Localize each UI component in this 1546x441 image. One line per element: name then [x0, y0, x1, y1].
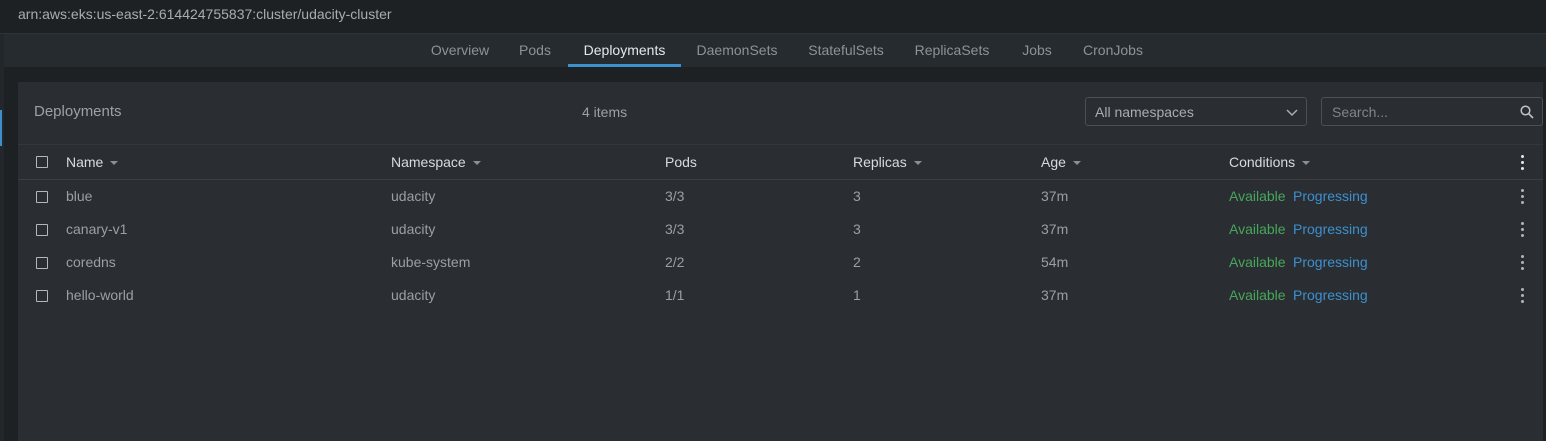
cell-age: 37m — [1041, 188, 1069, 204]
column-header-label: Namespace — [391, 154, 466, 170]
cell-replicas: 3 — [853, 188, 861, 204]
tab-cronjobs[interactable]: CronJobs — [1080, 34, 1146, 67]
table-row[interactable]: coredns kube-system 2/2 2 54m Available … — [18, 246, 1543, 279]
cell-namespace: kube-system — [391, 254, 471, 270]
tab-deployments[interactable]: Deployments — [568, 34, 681, 67]
sort-icon — [913, 161, 922, 166]
row-checkbox[interactable] — [36, 224, 48, 236]
sort-icon — [1302, 161, 1311, 166]
namespace-select-value: All namespaces — [1095, 104, 1194, 120]
condition-progressing: Progressing — [1293, 287, 1368, 303]
deployments-panel: Deployments 4 items All namespaces Name … — [18, 82, 1543, 441]
tab-replicasets[interactable]: ReplicaSets — [912, 34, 992, 67]
row-checkbox[interactable] — [36, 191, 48, 203]
condition-progressing: Progressing — [1293, 221, 1368, 237]
condition-available: Available — [1229, 287, 1286, 303]
panel-header: Deployments 4 items All namespaces — [18, 82, 1543, 144]
tab-overview[interactable]: Overview — [424, 34, 496, 67]
tab-daemonsets[interactable]: DaemonSets — [692, 34, 782, 67]
row-menu-icon[interactable] — [1520, 255, 1524, 271]
cell-pods: 2/2 — [665, 254, 685, 270]
tab-bar: Overview Pods Deployments DaemonSets Sta… — [4, 34, 1546, 67]
cell-namespace: udacity — [391, 287, 436, 303]
cell-namespace: udacity — [391, 188, 436, 204]
row-checkbox[interactable] — [36, 257, 48, 269]
row-menu-icon[interactable] — [1520, 222, 1524, 238]
cell-pods: 3/3 — [665, 221, 685, 237]
row-checkbox[interactable] — [36, 290, 48, 302]
column-header-label: Age — [1041, 154, 1066, 170]
column-header-label: Conditions — [1229, 154, 1296, 170]
row-menu-icon[interactable] — [1520, 288, 1524, 304]
search-input[interactable] — [1322, 98, 1522, 125]
condition-available: Available — [1229, 254, 1286, 270]
namespace-select[interactable]: All namespaces — [1085, 97, 1307, 126]
column-header-namespace[interactable]: Namespace — [391, 154, 481, 170]
column-header-label: Replicas — [853, 154, 907, 170]
condition-available: Available — [1229, 188, 1286, 204]
active-section-marker — [0, 110, 2, 146]
column-header-age[interactable]: Age — [1041, 154, 1081, 170]
search-icon[interactable] — [1520, 105, 1534, 119]
column-header-replicas[interactable]: Replicas — [853, 154, 922, 170]
cell-replicas: 3 — [853, 221, 861, 237]
item-count: 4 items — [582, 104, 628, 120]
select-all-checkbox[interactable] — [36, 156, 48, 168]
panel-title: Deployments — [34, 103, 122, 120]
tab-statefulsets[interactable]: StatefulSets — [804, 34, 888, 67]
cell-pods: 3/3 — [665, 188, 685, 204]
column-header-name[interactable]: Name — [66, 154, 119, 170]
cell-name: coredns — [66, 254, 116, 270]
sort-icon — [110, 161, 119, 166]
cell-replicas: 1 — [853, 287, 861, 303]
cell-name: canary-v1 — [66, 221, 128, 237]
table-row[interactable]: canary-v1 udacity 3/3 3 37m Available Pr… — [18, 213, 1543, 246]
cell-name: blue — [66, 188, 93, 204]
cell-replicas: 2 — [853, 254, 861, 270]
cell-age: 37m — [1041, 221, 1069, 237]
table-row[interactable]: hello-world udacity 1/1 1 37m Available … — [18, 279, 1543, 312]
search-box[interactable] — [1321, 97, 1543, 126]
window-titlebar: arn:aws:eks:us-east-2:614424755837:clust… — [0, 0, 1546, 34]
condition-progressing: Progressing — [1293, 188, 1368, 204]
column-menu-icon[interactable] — [1520, 155, 1524, 171]
sort-icon — [1072, 161, 1081, 166]
tab-jobs[interactable]: Jobs — [1017, 34, 1057, 67]
cell-pods: 1/1 — [665, 287, 685, 303]
cell-namespace: udacity — [391, 221, 436, 237]
column-header-label: Pods — [665, 154, 697, 170]
column-header-label: Name — [66, 154, 104, 170]
row-menu-icon[interactable] — [1520, 189, 1524, 205]
cell-name: hello-world — [66, 287, 134, 303]
table-header: Name Namespace Pods Replicas Age Conditi… — [18, 144, 1543, 180]
sort-icon — [472, 161, 481, 166]
column-header-pods: Pods — [665, 154, 697, 170]
window-title: arn:aws:eks:us-east-2:614424755837:clust… — [18, 6, 392, 22]
condition-progressing: Progressing — [1293, 254, 1368, 270]
condition-available: Available — [1229, 221, 1286, 237]
cell-age: 37m — [1041, 287, 1069, 303]
cell-age: 54m — [1041, 254, 1069, 270]
column-header-conditions[interactable]: Conditions — [1229, 154, 1311, 170]
chevron-down-icon — [1286, 109, 1298, 117]
tab-pods[interactable]: Pods — [515, 34, 555, 67]
table-row[interactable]: blue udacity 3/3 3 37m Available Progres… — [18, 180, 1543, 213]
